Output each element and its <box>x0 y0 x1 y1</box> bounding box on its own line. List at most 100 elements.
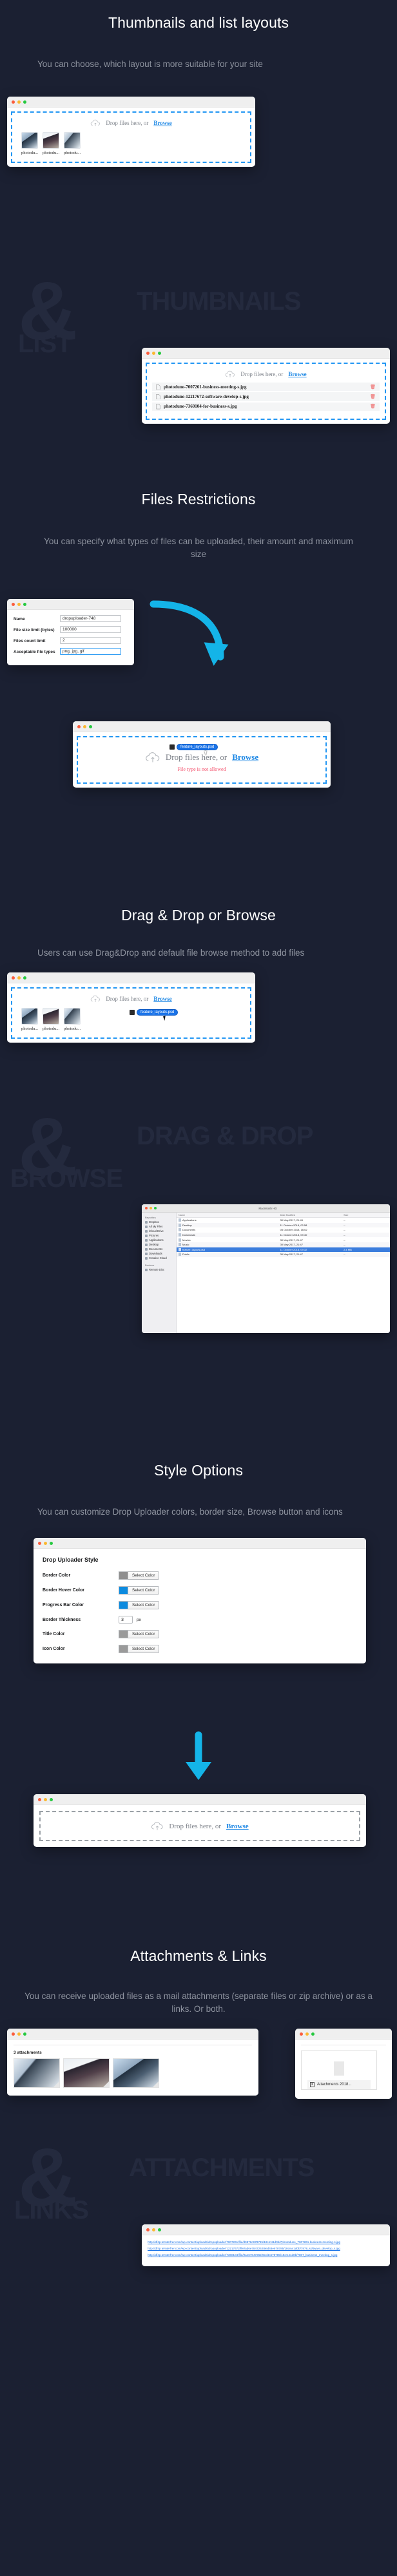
table-row[interactable]: photodune-7007261-business-meeting-s.jpg… <box>152 383 380 392</box>
sidebar-item-pictures[interactable]: Pictures <box>144 1233 174 1238</box>
close-dot-icon[interactable] <box>146 351 150 355</box>
select-color-button[interactable]: Select Color <box>128 1645 160 1653</box>
minimize-dot-icon[interactable] <box>17 976 21 980</box>
minimize-dot-icon[interactable] <box>17 100 21 104</box>
thumbnail-item[interactable]: photodu... <box>64 132 81 155</box>
file-link[interactable]: http://df4p.ternterfrer.com/wp-content/u… <box>148 2240 384 2244</box>
sidebar-item-dropbox[interactable]: Dropbox <box>144 1220 174 1224</box>
column-header-date[interactable]: Date Modified <box>280 1214 344 1217</box>
file-size-limit-input[interactable]: 100000 <box>60 626 121 633</box>
minimize-dot-icon[interactable] <box>152 351 155 355</box>
minimize-dot-icon[interactable] <box>152 2228 155 2231</box>
sidebar-item-creative-cloud[interactable]: Creative Cloud <box>144 1256 174 1260</box>
minimize-dot-icon[interactable] <box>83 724 86 728</box>
color-picker[interactable]: Select Color <box>119 1586 160 1595</box>
select-color-button[interactable]: Select Color <box>128 1586 160 1595</box>
table-row[interactable]: photodune-7360104-for-business-s.jpg 🗑 <box>152 402 380 412</box>
close-dot-icon[interactable] <box>12 602 15 606</box>
color-picker[interactable]: Select Color <box>119 1645 160 1653</box>
close-dot-icon[interactable] <box>12 100 15 104</box>
dropzone[interactable]: Drop files here, or Browse <box>39 1811 360 1841</box>
table-row[interactable]: Documents 05 October 2018, 16:02 -- <box>177 1227 390 1233</box>
sidebar-item-applications[interactable]: Applications <box>144 1238 174 1242</box>
close-dot-icon[interactable] <box>77 724 81 728</box>
maximize-dot-icon[interactable] <box>158 351 161 355</box>
file-link[interactable]: http://df4p.ternterfrer.com/wp-content/u… <box>148 2247 384 2251</box>
color-swatch[interactable] <box>119 1645 128 1653</box>
delete-icon[interactable]: 🗑 <box>370 404 376 409</box>
close-dot-icon[interactable] <box>146 2228 150 2231</box>
color-swatch[interactable] <box>119 1601 128 1609</box>
name-input[interactable]: dropuploader-748 <box>60 615 121 622</box>
select-color-button[interactable]: Select Color <box>128 1601 160 1609</box>
close-dot-icon[interactable] <box>145 1207 148 1209</box>
color-swatch[interactable] <box>119 1630 128 1638</box>
browse-link[interactable]: Browse <box>288 371 306 377</box>
maximize-dot-icon[interactable] <box>50 1797 53 1801</box>
delete-icon[interactable]: 🗑 <box>370 384 376 390</box>
table-row[interactable]: Downloads 11 October 2018, 09:40 -- <box>177 1232 390 1238</box>
minimize-dot-icon[interactable] <box>17 2032 21 2036</box>
color-swatch[interactable] <box>119 1571 128 1580</box>
file-link[interactable]: http://df4p.ternterfrer.com/wp-content/u… <box>148 2253 384 2257</box>
table-row[interactable]: Public 30 May 2017, 21:47 -- <box>177 1252 390 1257</box>
select-color-button[interactable]: Select Color <box>128 1571 160 1580</box>
dropzone[interactable]: Drop files here, or Browse photodu... ph… <box>11 111 251 163</box>
thumbnail-item[interactable]: photodu... <box>43 1008 59 1031</box>
delete-icon[interactable]: 🗑 <box>370 394 376 399</box>
sidebar-item-icloud-drive[interactable]: iCloud Drive <box>144 1229 174 1233</box>
column-header-size[interactable]: Size <box>344 1214 388 1217</box>
border-thickness-input[interactable]: 3 <box>119 1616 133 1624</box>
maximize-dot-icon[interactable] <box>50 1541 53 1545</box>
maximize-dot-icon[interactable] <box>154 1207 157 1209</box>
acceptable-file-types-input[interactable]: png, jpg, gif <box>60 648 121 655</box>
files-count-limit-input[interactable]: 2 <box>60 637 121 644</box>
table-row[interactable]: Desktop 11 October 2018, 02:58 -- <box>177 1222 390 1228</box>
sidebar-item-downloads[interactable]: Downloads <box>144 1251 174 1256</box>
color-picker[interactable]: Select Color <box>119 1601 160 1609</box>
zip-file-card[interactable]: Attachments 2018... <box>301 2050 377 2090</box>
close-dot-icon[interactable] <box>300 2032 303 2036</box>
minimize-dot-icon[interactable] <box>44 1797 47 1801</box>
browse-link[interactable]: Browse <box>153 120 171 126</box>
table-row[interactable]: photodune-12217672-software-develop-s.jp… <box>152 392 380 401</box>
close-dot-icon[interactable] <box>38 1797 41 1801</box>
minimize-dot-icon[interactable] <box>17 602 21 606</box>
browse-link[interactable]: Browse <box>153 996 171 1002</box>
minimize-dot-icon[interactable] <box>305 2032 309 2036</box>
maximize-dot-icon[interactable] <box>311 2032 315 2036</box>
thumbnail-item[interactable]: photodu... <box>43 132 59 155</box>
maximize-dot-icon[interactable] <box>23 602 26 606</box>
select-color-button[interactable]: Select Color <box>128 1630 160 1638</box>
thumbnail-item[interactable]: photodu... <box>21 1008 38 1031</box>
dropzone[interactable]: Drop files here, or Browse photodune-700… <box>146 363 386 421</box>
attachment-thumbnail[interactable] <box>63 2058 110 2088</box>
thumbnail-item[interactable]: photodu... <box>21 132 38 155</box>
thumbnail-item[interactable]: photodu... <box>64 1008 81 1031</box>
attachment-thumbnail[interactable] <box>14 2058 60 2088</box>
maximize-dot-icon[interactable] <box>23 2032 26 2036</box>
sidebar-item-remote-disc[interactable]: Remote Disc <box>144 1267 174 1272</box>
minimize-dot-icon[interactable] <box>44 1541 47 1545</box>
browse-link[interactable]: Browse <box>232 752 258 762</box>
close-dot-icon[interactable] <box>38 1541 41 1545</box>
attachment-thumbnail[interactable] <box>113 2058 159 2088</box>
color-picker[interactable]: Select Color <box>119 1630 160 1638</box>
close-dot-icon[interactable] <box>12 2032 15 2036</box>
minimize-dot-icon[interactable] <box>150 1207 152 1209</box>
maximize-dot-icon[interactable] <box>158 2228 161 2231</box>
table-row[interactable]: Applications 30 May 2017, 21:45 -- <box>177 1218 390 1223</box>
maximize-dot-icon[interactable] <box>89 724 92 728</box>
sidebar-item-documents[interactable]: Documents <box>144 1247 174 1251</box>
color-swatch[interactable] <box>119 1586 128 1595</box>
color-picker[interactable]: Select Color <box>119 1571 160 1580</box>
table-row-selected[interactable]: feature_layouts.psd 11 October 2018, 09:3… <box>177 1247 390 1253</box>
sidebar-item-all-my-files[interactable]: All My Files <box>144 1224 174 1229</box>
maximize-dot-icon[interactable] <box>23 976 26 980</box>
table-row[interactable]: Movies 30 May 2017, 21:47 -- <box>177 1237 390 1242</box>
column-header-name[interactable]: Name <box>179 1214 280 1217</box>
browse-link[interactable]: Browse <box>226 1823 249 1830</box>
maximize-dot-icon[interactable] <box>23 100 26 104</box>
sidebar-item-desktop[interactable]: Desktop <box>144 1242 174 1247</box>
table-row[interactable]: Music 30 May 2017, 21:47 -- <box>177 1242 390 1247</box>
